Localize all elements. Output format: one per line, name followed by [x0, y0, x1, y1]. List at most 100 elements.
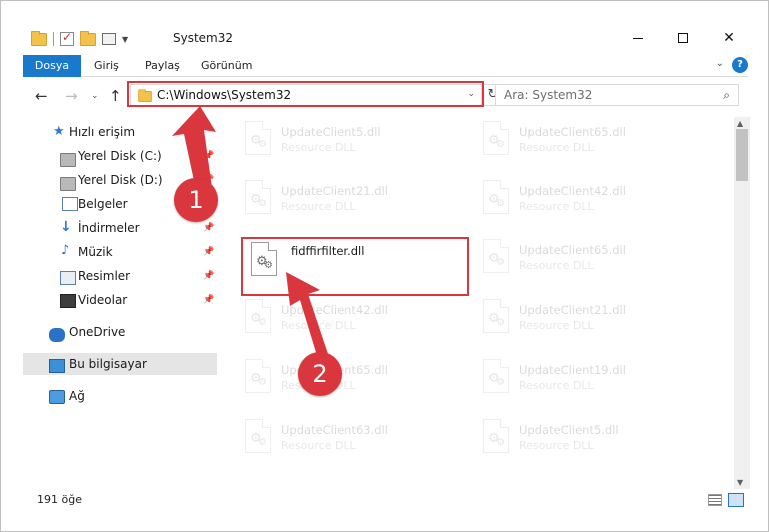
dll-file-icon: ⚙ ⚙ — [477, 239, 509, 279]
callout-step-1: 1 — [174, 178, 218, 222]
file-name: UpdateClient19.dll — [519, 363, 626, 377]
sidebar-item-music[interactable]: ♪ Müzik 📌 — [23, 241, 217, 263]
vertical-scrollbar[interactable]: ▲ ▼ — [734, 117, 750, 489]
close-icon: ✕ — [723, 30, 735, 46]
file-item[interactable]: ⚙ ⚙ UpdateClient21.dll Resource DLL — [477, 299, 677, 345]
pin-icon[interactable]: 📌 — [203, 247, 214, 257]
search-input[interactable]: Ara: System32 ⌕ — [495, 84, 739, 106]
forward-arrow-icon[interactable]: → — [65, 87, 78, 105]
address-path[interactable]: C:\Windows\System32 — [157, 88, 291, 102]
maximize-button[interactable] — [660, 23, 706, 53]
file-item[interactable]: ⚙⚙ UpdateClient65.dll Resource DLL — [477, 239, 677, 285]
toolbar-divider — [53, 32, 54, 46]
scroll-up-icon[interactable]: ▲ — [737, 119, 743, 128]
file-name: UpdateClient5.dll — [281, 125, 381, 139]
file-description: Resource DLL — [281, 200, 356, 213]
back-arrow-icon[interactable]: ← — [35, 87, 48, 105]
tab-share[interactable]: Paylaş — [145, 55, 180, 77]
ribbon-tabs: Dosya Giriş Paylaş Görünüm ⌄ ? — [23, 55, 748, 77]
pin-icon[interactable]: 📌 — [203, 295, 214, 305]
file-item[interactable]: ⚙ ⚙ UpdateClient5.dll Resource DLL — [477, 419, 677, 465]
dll-file-icon: ⚙ ⚙ — [477, 299, 509, 339]
tab-home[interactable]: Giriş — [94, 55, 119, 77]
file-description: Resource DLL — [281, 141, 356, 154]
star-icon: ★ — [53, 124, 65, 139]
tab-view[interactable]: Görünüm — [201, 55, 252, 77]
file-item[interactable]: ⚙ ⚙ UpdateClient19.dll Resource DLL — [477, 359, 677, 405]
sidebar-item-this-pc[interactable]: Bu bilgisayar — [23, 353, 217, 375]
file-item[interactable]: ⚙ ⚙ UpdateClient42.dll Resource DLL — [239, 299, 439, 345]
explorer-window: ▼ System32 ✕ Dosya Giriş Paylaş Görünüm … — [0, 0, 769, 532]
dll-file-icon: ⚙ ⚙ — [477, 359, 509, 399]
file-item[interactable]: ⚙ ⚙ UpdateClient63.dll Resource DLL — [239, 419, 439, 465]
help-icon[interactable]: ? — [732, 57, 748, 73]
up-arrow-icon[interactable]: ↑ — [109, 87, 122, 105]
dll-file-icon: ⚙ ⚙ — [477, 180, 509, 220]
scroll-thumb[interactable] — [736, 129, 748, 181]
status-bar: 191 öğe — [23, 491, 748, 511]
file-description: Resource DLL — [519, 379, 594, 392]
file-description: Resource DLL — [281, 439, 356, 452]
file-name: UpdateClient5.dll — [519, 423, 619, 437]
pin-icon[interactable]: 📌 — [203, 151, 214, 161]
customize-toolbar-icon[interactable]: ▼ — [122, 35, 128, 44]
dll-file-icon: ⚙ ⚙ — [239, 419, 271, 459]
expand-ribbon-icon[interactable]: ⌄ — [716, 58, 724, 69]
address-bar[interactable]: C:\Windows\System32 ⌄ — [130, 84, 482, 106]
file-description: Resource DLL — [519, 319, 594, 332]
callout-step-2: 2 — [298, 352, 342, 396]
dll-file-icon: ⚙ ⚙ — [245, 242, 277, 282]
pin-icon[interactable]: 📌 — [203, 223, 214, 233]
pin-icon[interactable]: 📌 — [203, 271, 214, 281]
dll-file-icon: ⚙ ⚙ — [239, 299, 271, 339]
file-description: Resource DLL — [519, 141, 594, 154]
sidebar-item-label: Müzik — [78, 245, 113, 259]
file-item-target[interactable]: ⚙ ⚙ fidffirfilter.dll — [245, 242, 445, 288]
dll-file-icon: ⚙ ⚙ — [477, 419, 509, 459]
this-pc-icon — [49, 359, 65, 373]
file-name: UpdateClient65.dll — [519, 125, 626, 139]
minimize-button[interactable] — [615, 23, 661, 53]
scroll-down-icon[interactable]: ▼ — [737, 478, 743, 487]
view-options-icon[interactable] — [102, 33, 116, 45]
search-icon[interactable]: ⌕ — [723, 88, 730, 103]
maximize-icon — [678, 33, 688, 43]
sidebar-item-label: Yerel Disk (D:) — [78, 173, 163, 187]
sidebar-item-label: Bu bilgisayar — [69, 357, 147, 371]
sidebar-item-label: OneDrive — [69, 325, 126, 339]
close-button[interactable]: ✕ — [706, 23, 752, 53]
file-description: Resource DLL — [281, 319, 356, 332]
file-list: ⚙ ⚙ UpdateClient5.dll Resource DLL ⚙ ⚙ Upd… — [217, 117, 733, 483]
file-description: Resource DLL — [519, 200, 594, 213]
videos-icon — [60, 294, 76, 308]
sidebar-item-network[interactable]: Ağ — [23, 385, 217, 407]
file-item[interactable]: ⚙⚙ UpdateClient65.dll Resource DLL — [477, 121, 677, 167]
large-icons-view-icon[interactable] — [728, 493, 744, 507]
music-icon: ♪ — [61, 243, 70, 258]
recent-locations-icon[interactable]: ⌄ — [91, 91, 99, 101]
file-item[interactable]: ⚙ ⚙ UpdateClient42.dll Resource DLL — [477, 180, 677, 226]
sidebar-item-label: Videolar — [78, 293, 128, 307]
sidebar-item-pictures[interactable]: Resimler 📌 — [23, 265, 217, 287]
sidebar-item-local-disk-c[interactable]: Yerel Disk (C:) 📌 — [23, 145, 217, 167]
properties-check-icon[interactable] — [60, 30, 74, 46]
sidebar-item-label: Ağ — [69, 389, 85, 403]
tab-file[interactable]: Dosya — [23, 55, 81, 77]
sidebar-item-quick-access[interactable]: ★ Hızlı erişim — [23, 121, 217, 143]
pictures-icon — [60, 271, 76, 285]
file-name: UpdateClient42.dll — [519, 184, 626, 198]
file-description: Resource DLL — [519, 259, 594, 272]
address-dropdown-icon[interactable]: ⌄ — [467, 89, 475, 99]
file-item[interactable]: ⚙ ⚙ UpdateClient21.dll Resource DLL — [239, 180, 439, 226]
drive-icon — [60, 153, 76, 167]
network-icon — [49, 390, 65, 404]
downloads-icon: ↓ — [60, 219, 72, 235]
new-folder-icon[interactable] — [80, 30, 96, 46]
item-count: 191 öğe — [37, 493, 82, 506]
sidebar-item-onedrive[interactable]: OneDrive — [23, 321, 217, 343]
sidebar-item-videos[interactable]: Videolar 📌 — [23, 289, 217, 311]
file-item[interactable]: ⚙ ⚙ UpdateClient5.dll Resource DLL — [239, 121, 439, 167]
details-view-icon[interactable] — [708, 494, 722, 506]
folder-icon — [31, 30, 47, 46]
sidebar-item-label: İndirmeler — [78, 221, 140, 235]
